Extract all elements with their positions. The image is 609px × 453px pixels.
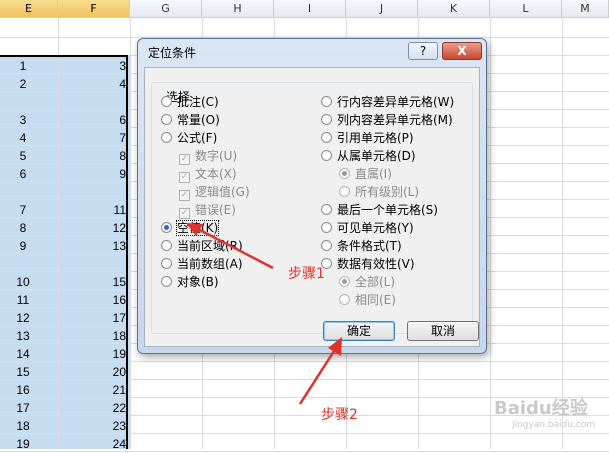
grid-row-line (0, 451, 609, 452)
annotation-arrows (186, 223, 342, 405)
step1-arrow (195, 226, 274, 270)
watermark-url: jingyan.baidu.com (512, 420, 596, 430)
step2-arrow-head (328, 337, 342, 356)
step2-arrow (298, 347, 338, 405)
watermark-logo: Baidu经验 (494, 398, 588, 419)
step1-label: 步骤1 (288, 266, 325, 282)
step2-label: 步骤2 (321, 407, 358, 423)
